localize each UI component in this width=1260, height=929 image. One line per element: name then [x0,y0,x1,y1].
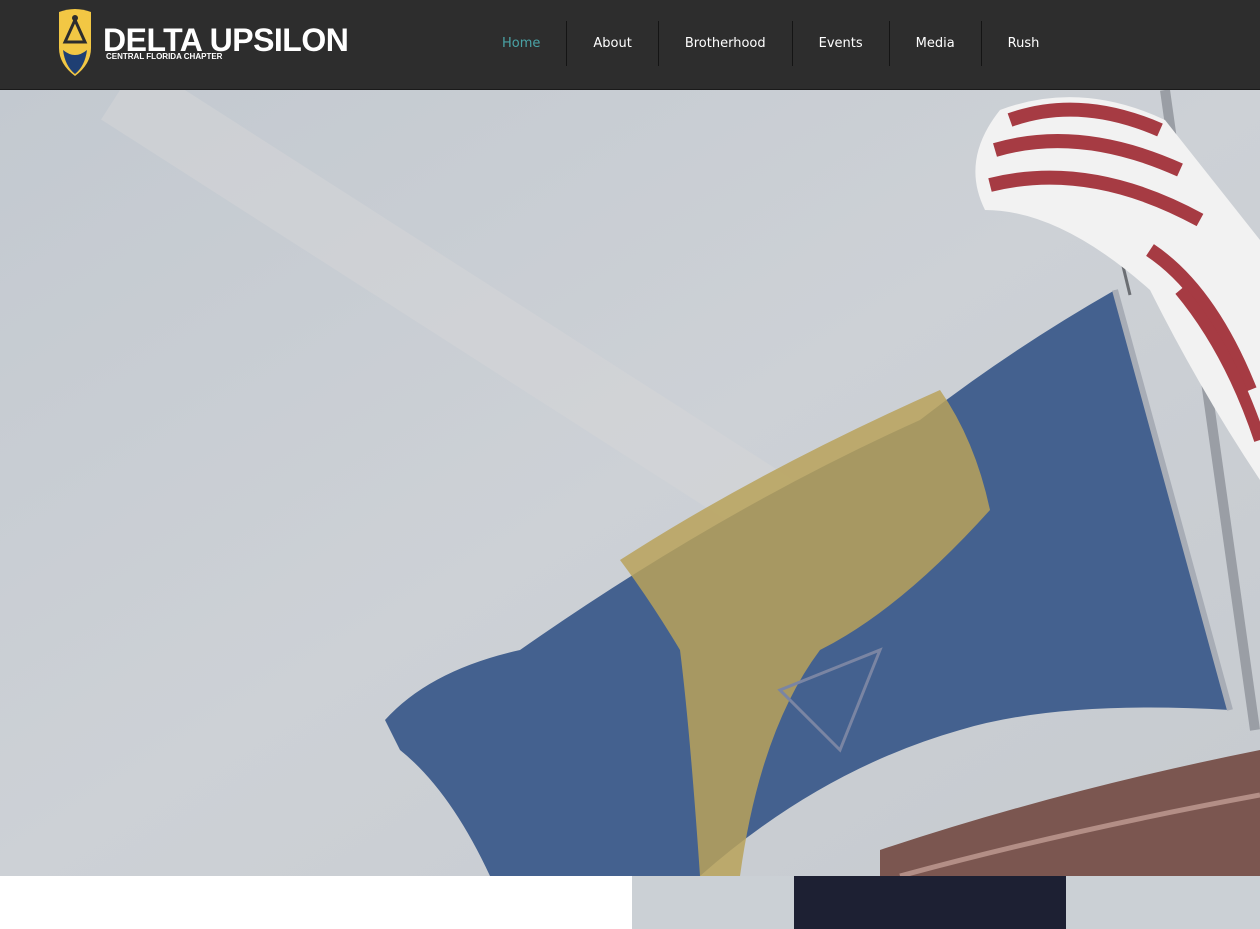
content-panel-left [0,876,632,929]
hero-flag-image [0,90,1260,876]
nav-about[interactable]: About [567,21,657,66]
content-image-right [632,876,1260,929]
nav-rush[interactable]: Rush [982,21,1066,66]
nav-media[interactable]: Media [890,21,981,66]
crest-icon [59,9,91,76]
brand-chapter: CENTRAL FLORIDA CHAPTER [106,52,223,61]
content-photo [632,876,1260,929]
nav-brotherhood[interactable]: Brotherhood [659,21,792,66]
nav-home[interactable]: Home [476,21,566,66]
site-header: DELTA UPSILON CENTRAL FLORIDA CHAPTER Ho… [0,0,1260,90]
nav-events[interactable]: Events [793,21,889,66]
hero-video[interactable] [0,90,1260,876]
main-nav: Home About Brotherhood Events Media Rush [476,21,1065,66]
